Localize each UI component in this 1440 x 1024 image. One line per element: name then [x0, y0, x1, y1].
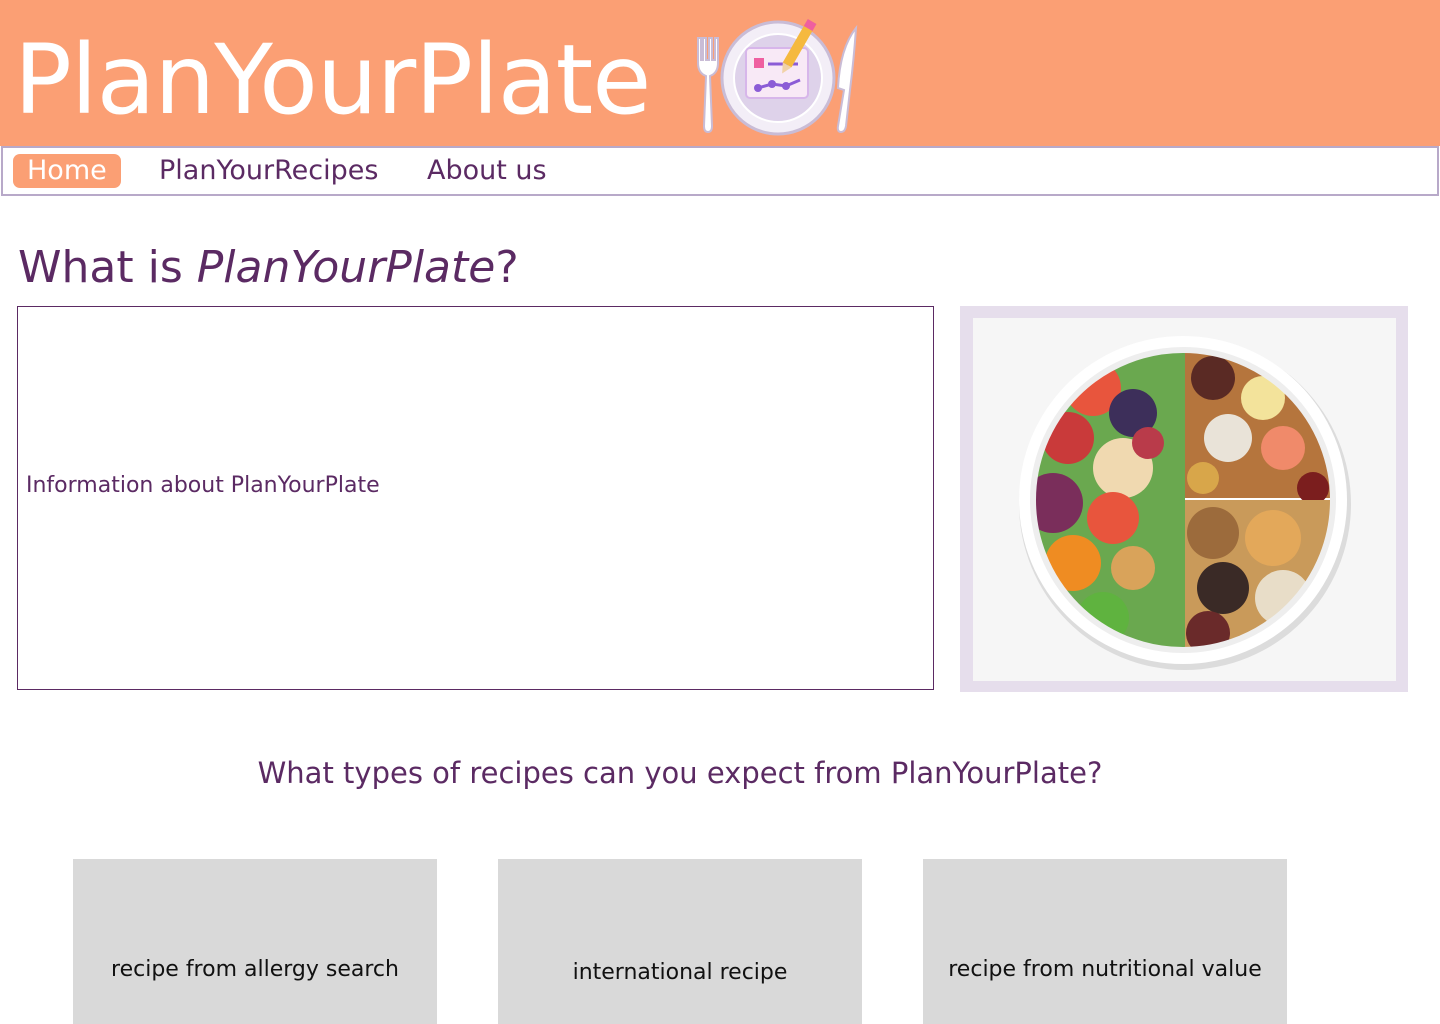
plate-image-frame: [960, 306, 1408, 692]
recipe-card-international[interactable]: international recipe: [498, 859, 862, 1024]
recipe-card-label: recipe from allergy search: [111, 957, 399, 982]
plate-image-area: [973, 318, 1396, 681]
page-title: What is PlanYourPlate?: [18, 238, 519, 298]
recipe-card-label: recipe from nutritional value: [948, 957, 1262, 982]
site-header: PlanYourPlate: [0, 0, 1440, 146]
recipe-types-heading: What types of recipes can you expect fro…: [257, 756, 1103, 790]
recipe-card-nutritional[interactable]: recipe from nutritional value: [923, 859, 1287, 1024]
title-suffix: ?: [495, 242, 519, 293]
plate-with-fork-knife-planner-icon[interactable]: [688, 18, 868, 138]
info-box: Information about PlanYourPlate: [17, 306, 934, 690]
nav-about-us-link[interactable]: About us: [427, 154, 547, 188]
site-title[interactable]: PlanYourPlate: [14, 20, 651, 140]
recipe-card-allergy[interactable]: recipe from allergy search: [73, 859, 437, 1024]
main-nav: Home PlanYourRecipes About us: [1, 146, 1439, 196]
nav-home-link[interactable]: Home: [13, 154, 121, 188]
title-brand: PlanYourPlate: [196, 242, 496, 293]
balanced-food-plate-image: [1019, 336, 1351, 670]
info-text: Information about PlanYourPlate: [26, 473, 380, 498]
recipe-card-label: international recipe: [572, 960, 788, 985]
nav-planyourrecipes-link[interactable]: PlanYourRecipes: [159, 154, 378, 188]
title-prefix: What is: [18, 242, 197, 293]
